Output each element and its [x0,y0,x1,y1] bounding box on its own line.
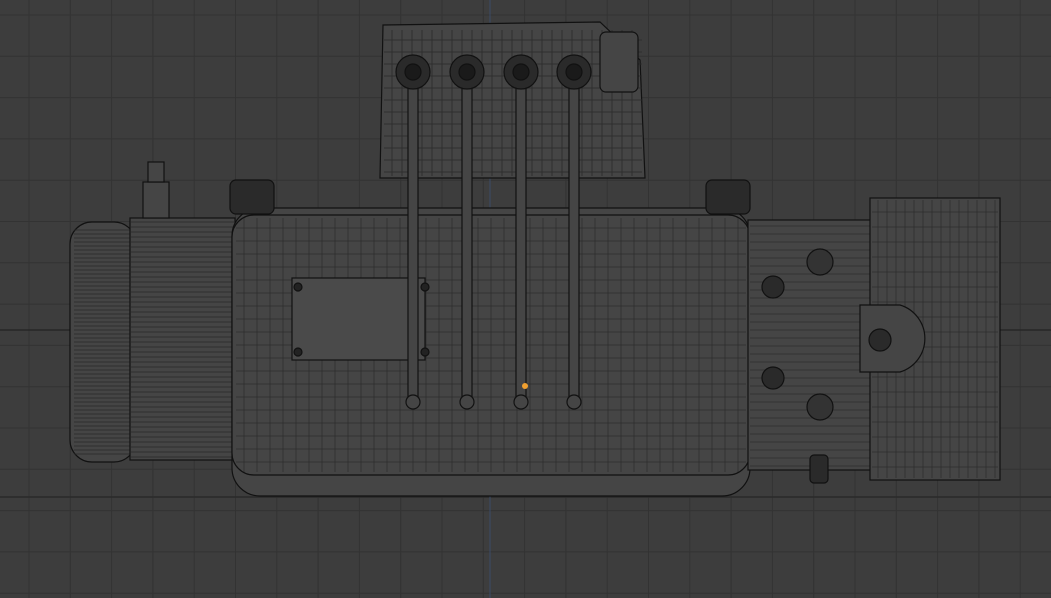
bolt-icon [761,366,785,390]
terminal-post [142,181,170,219]
bolt-icon [806,393,834,421]
screw-icon [420,282,430,292]
rod-end [513,394,529,410]
3d-viewport[interactable] [0,0,1051,598]
viewport-canvas[interactable] [0,0,1051,598]
rod [407,69,419,401]
rod-end [405,394,421,410]
screw-icon [420,347,430,357]
gland-hole-icon [458,63,476,81]
origin-point [522,383,528,389]
mount-right [705,179,751,215]
terminal-nut [147,161,165,183]
gland-hole-icon [565,63,583,81]
rod [515,69,527,401]
winch-model[interactable] [69,21,1001,497]
gland-hole-icon [512,63,530,81]
gland-hole-icon [404,63,422,81]
motor-cylinder [129,217,236,461]
bolt-icon [761,275,785,299]
connector [599,31,639,93]
screw-icon [293,282,303,292]
rod [568,69,580,401]
hub-bolt-icon [868,328,892,352]
bolt-icon [806,248,834,276]
rod-end [566,394,582,410]
screw-icon [293,347,303,357]
rod-end [459,394,475,410]
mount-left [229,179,275,215]
drain-plug [809,454,829,484]
rod [461,69,473,401]
label-plate [291,277,426,361]
